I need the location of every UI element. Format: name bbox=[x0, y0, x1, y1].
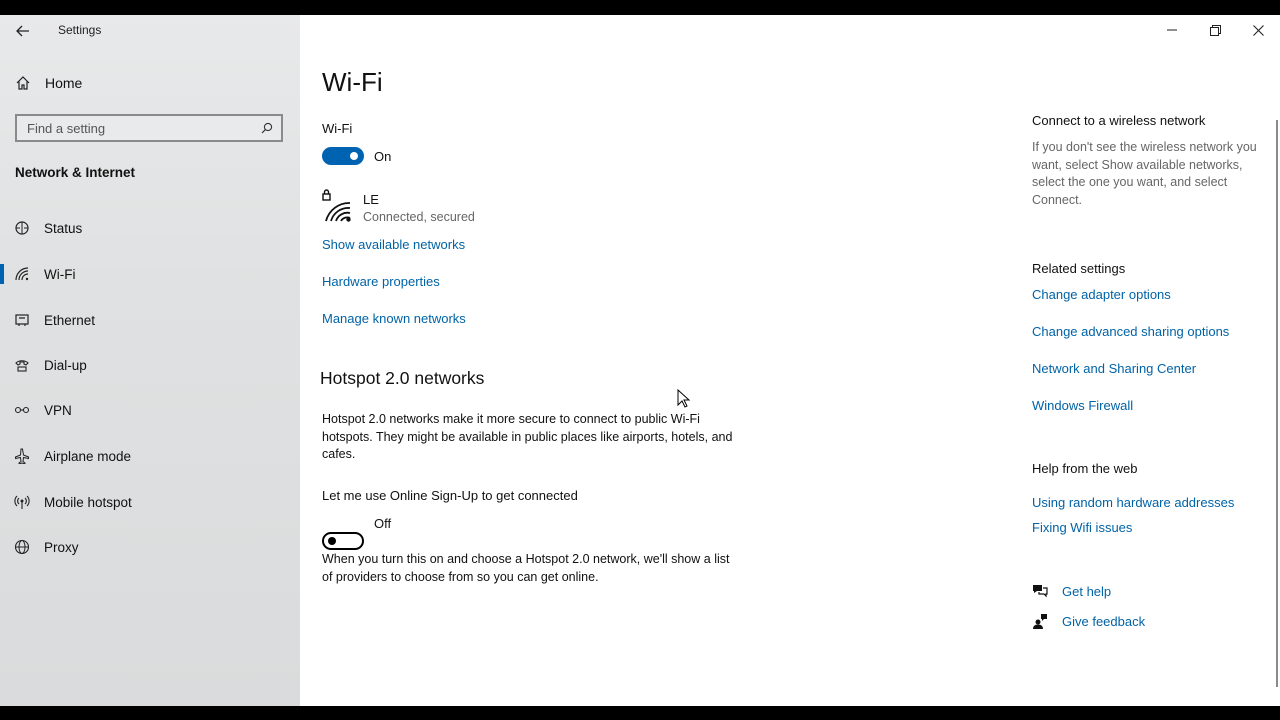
connect-heading: Connect to a wireless network bbox=[1032, 113, 1206, 128]
sidebar-item-label: Status bbox=[44, 220, 83, 236]
related-settings-heading: Related settings bbox=[1032, 261, 1126, 276]
show-available-networks-link[interactable]: Show available networks bbox=[322, 237, 465, 252]
sidebar-item-label: Wi-Fi bbox=[44, 266, 76, 282]
signup-label: Let me use Online Sign-Up to get connect… bbox=[322, 488, 578, 503]
section-title: Network & Internet bbox=[15, 165, 136, 180]
sidebar: Settings Home Network & Internet Status … bbox=[0, 15, 300, 706]
minimize-button[interactable] bbox=[1150, 15, 1194, 45]
page-title: Wi-Fi bbox=[322, 67, 383, 97]
network-status: Connected, secured bbox=[363, 210, 475, 224]
globe-icon bbox=[14, 539, 30, 555]
sidebar-item-home[interactable]: Home bbox=[15, 75, 82, 91]
feedback-icon bbox=[1033, 614, 1047, 629]
minimize-icon bbox=[1167, 29, 1177, 31]
status-icon bbox=[15, 221, 29, 235]
toggle-knob bbox=[350, 152, 358, 160]
sidebar-item-status[interactable]: Status bbox=[0, 213, 300, 243]
sidebar-item-label: Mobile hotspot bbox=[44, 494, 132, 510]
get-help-link[interactable]: Get help bbox=[1032, 583, 1111, 599]
close-icon bbox=[1252, 24, 1264, 36]
sidebar-item-label: Ethernet bbox=[44, 312, 96, 328]
sidebar-item-label: Proxy bbox=[44, 539, 79, 555]
change-advanced-sharing-link[interactable]: Change advanced sharing options bbox=[1032, 324, 1229, 339]
manage-known-networks-link[interactable]: Manage known networks bbox=[322, 311, 466, 326]
sidebar-item-proxy[interactable]: Proxy bbox=[0, 532, 300, 562]
restore-button[interactable] bbox=[1193, 15, 1237, 45]
search-input[interactable] bbox=[25, 119, 261, 137]
vpn-icon bbox=[14, 406, 30, 414]
fixing-wifi-issues-link[interactable]: Fixing Wifi issues bbox=[1032, 520, 1132, 535]
restore-icon bbox=[1209, 24, 1221, 36]
sidebar-item-dialup[interactable]: Dial-up bbox=[0, 350, 300, 380]
sidebar-item-label: VPN bbox=[44, 402, 72, 418]
hardware-properties-link[interactable]: Hardware properties bbox=[322, 274, 440, 289]
wifi-toggle[interactable] bbox=[322, 147, 364, 165]
sidebar-item-mobile-hotspot[interactable]: Mobile hotspot bbox=[0, 487, 300, 517]
ethernet-icon bbox=[15, 314, 29, 326]
network-sharing-center-link[interactable]: Network and Sharing Center bbox=[1032, 361, 1196, 376]
dialup-icon bbox=[15, 360, 29, 372]
hotspot-heading: Hotspot 2.0 networks bbox=[320, 368, 485, 388]
hotspot-icon bbox=[14, 495, 30, 509]
connect-text: If you don't see the wireless network yo… bbox=[1032, 140, 1257, 207]
mouse-cursor bbox=[677, 388, 691, 414]
change-adapter-options-link[interactable]: Change adapter options bbox=[1032, 287, 1171, 302]
sidebar-item-vpn[interactable]: VPN bbox=[0, 395, 300, 425]
sidebar-item-ethernet[interactable]: Ethernet bbox=[0, 305, 300, 335]
hotspot-description: Hotspot 2.0 networks make it more secure… bbox=[322, 412, 733, 461]
sidebar-item-label: Dial-up bbox=[44, 357, 87, 373]
cursor-icon bbox=[677, 388, 691, 408]
online-signup-toggle[interactable] bbox=[322, 532, 364, 550]
sidebar-item-wifi[interactable]: Wi-Fi bbox=[0, 259, 300, 289]
back-arrow-icon bbox=[16, 25, 29, 37]
random-hardware-addresses-link[interactable]: Using random hardware addresses bbox=[1032, 495, 1234, 510]
back-button[interactable] bbox=[10, 21, 36, 41]
hotspot-note: When you turn this on and choose a Hotsp… bbox=[322, 552, 730, 584]
scrollbar[interactable] bbox=[1276, 120, 1278, 687]
home-label: Home bbox=[45, 75, 83, 91]
wifi-icon bbox=[15, 267, 29, 281]
give-feedback-link[interactable]: Give feedback bbox=[1032, 613, 1145, 629]
settings-window: Settings Home Network & Internet Status … bbox=[0, 15, 1280, 706]
give-feedback-label: Give feedback bbox=[1062, 613, 1146, 629]
sidebar-item-airplane-mode[interactable]: Airplane mode bbox=[0, 441, 300, 471]
windows-firewall-link[interactable]: Windows Firewall bbox=[1032, 398, 1133, 413]
get-help-label: Get help bbox=[1062, 583, 1112, 599]
signup-state: Off bbox=[374, 516, 392, 531]
close-button[interactable] bbox=[1236, 15, 1280, 45]
help-from-web-heading: Help from the web bbox=[1032, 461, 1138, 476]
network-name: LE bbox=[363, 192, 379, 207]
home-icon bbox=[16, 76, 30, 90]
sidebar-item-label: Airplane mode bbox=[44, 448, 132, 464]
search-icon bbox=[261, 122, 273, 134]
wifi-label: Wi-Fi bbox=[322, 121, 353, 136]
chat-help-icon bbox=[1033, 585, 1048, 598]
app-title: Settings bbox=[58, 23, 102, 37]
wifi-state: On bbox=[374, 149, 392, 164]
airplane-icon bbox=[15, 448, 29, 464]
toggle-knob bbox=[328, 537, 336, 545]
secured-wifi-icon bbox=[322, 189, 351, 222]
network-icon-wrap bbox=[322, 189, 352, 228]
search-box[interactable] bbox=[15, 114, 283, 142]
